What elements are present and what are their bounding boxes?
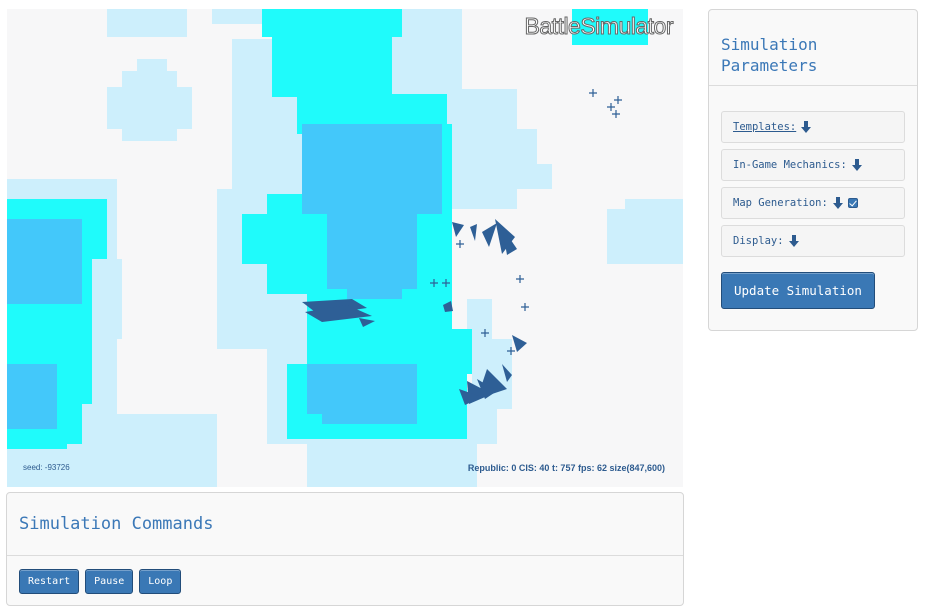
- in-game-mechanics-section[interactable]: In-Game Mechanics:: [721, 149, 905, 181]
- simulation-commands-panel: Simulation Commands Restart Pause Loop: [6, 492, 684, 606]
- arrow-down-icon: [832, 197, 843, 209]
- arrow-down-icon: [801, 121, 812, 133]
- in-game-mechanics-label: In-Game Mechanics:: [733, 159, 847, 171]
- restart-button[interactable]: Restart: [19, 569, 80, 594]
- commands-title: Simulation Commands: [19, 514, 214, 534]
- commands-header: Simulation Commands: [7, 493, 683, 556]
- loop-button[interactable]: Loop: [139, 569, 182, 594]
- params-header: Simulation Parameters: [709, 10, 917, 86]
- seed-label: seed: -93726: [23, 463, 70, 472]
- simulation-parameters-panel: Simulation Parameters Templates: In-Game…: [708, 9, 918, 331]
- unit-swarm-top: [452, 219, 517, 255]
- commands-toolbar: Restart Pause Loop: [7, 556, 683, 607]
- pause-button[interactable]: Pause: [85, 569, 134, 594]
- game-title: BattleSimulator: [524, 13, 674, 40]
- battle-map[interactable]: BattleSimulator seed: -93726 Republic: 0…: [7, 9, 683, 487]
- arrow-down-icon: [788, 235, 799, 247]
- templates-label[interactable]: Templates:: [733, 121, 796, 133]
- terrain-layer: [7, 9, 683, 487]
- update-simulation-button[interactable]: Update Simulation: [721, 272, 875, 309]
- map-generation-label: Map Generation:: [733, 197, 828, 209]
- map-generation-section[interactable]: Map Generation:: [721, 187, 905, 219]
- map-generation-checkbox[interactable]: [847, 198, 858, 208]
- params-title-line1: Simulation: [721, 35, 818, 54]
- templates-section[interactable]: Templates:: [721, 111, 905, 143]
- params-title-line2: Parameters: [721, 56, 818, 75]
- display-label: Display:: [733, 235, 784, 247]
- battle-stats: Republic: 0 CIS: 40 t: 757 fps: 62 size(…: [467, 463, 665, 473]
- arrow-down-icon: [851, 159, 862, 171]
- display-section[interactable]: Display:: [721, 225, 905, 257]
- params-title: Simulation Parameters: [721, 34, 917, 76]
